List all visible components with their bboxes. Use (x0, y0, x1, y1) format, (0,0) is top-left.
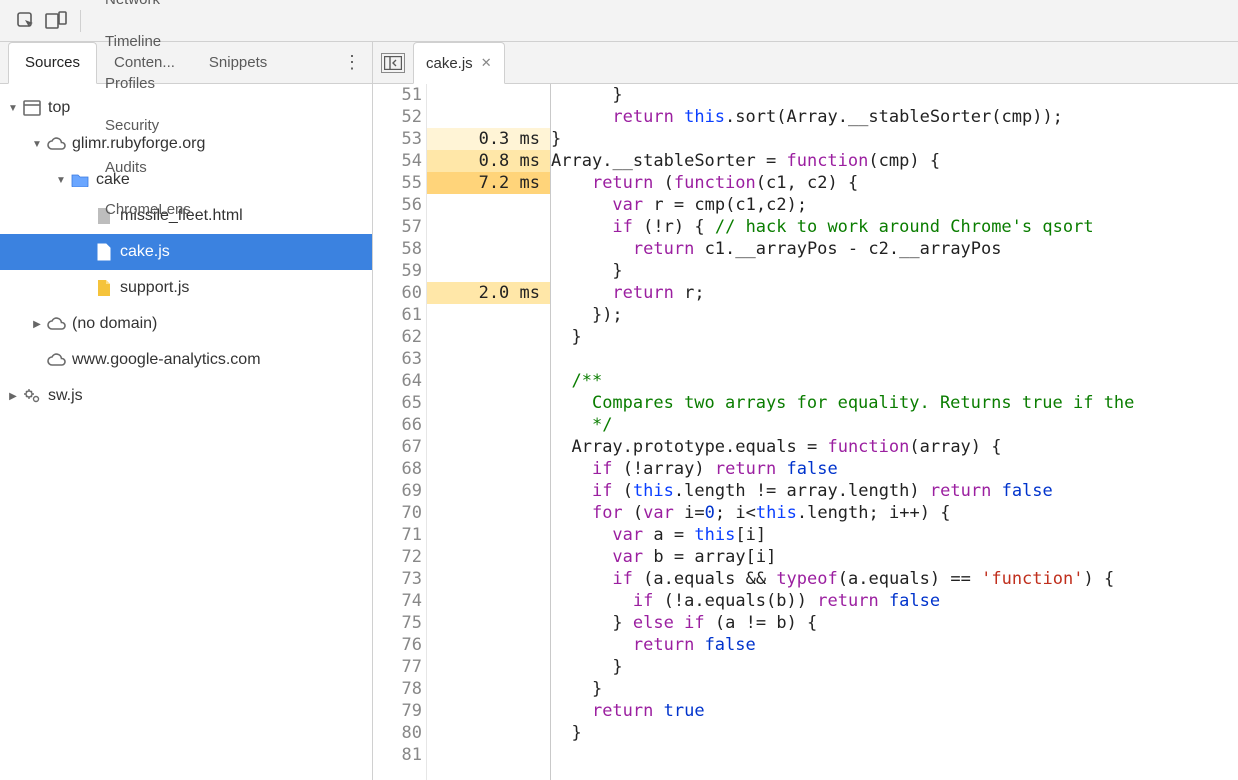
tree-item-label: (no domain) (72, 315, 157, 333)
code-line[interactable]: return c1.__arrayPos - c2.__arrayPos (551, 238, 1238, 260)
devtools-tab-audits[interactable]: Audits (91, 147, 205, 189)
editor-pane: cake.js ✕ 515253545556575859606162636465… (373, 42, 1238, 780)
devtools-top-tabbar: ElementsConsoleSourcesApplicationNetwork… (0, 0, 1238, 42)
code-line[interactable]: if (a.equals && typeof(a.equals) == 'fun… (551, 568, 1238, 590)
close-tab-icon[interactable]: ✕ (481, 55, 492, 71)
toggle-navigator-icon[interactable] (381, 53, 405, 73)
code-line[interactable] (551, 744, 1238, 766)
tree-item[interactable]: ▶ sw.js (0, 378, 372, 414)
timing-annotation: 2.0 ms (427, 282, 550, 304)
cloud-icon (46, 314, 66, 334)
code-line[interactable]: return false (551, 634, 1238, 656)
folder-icon (70, 170, 90, 190)
tree-item[interactable]: ▶ (no domain) (0, 306, 372, 342)
code-line[interactable]: } (551, 84, 1238, 106)
tree-item[interactable]: www.google-analytics.com (0, 342, 372, 378)
code-line[interactable]: return true (551, 700, 1238, 722)
tree-item-label: cake.js (120, 243, 170, 261)
code-line[interactable]: if (!a.equals(b)) return false (551, 590, 1238, 612)
timing-annotation: 0.8 ms (427, 150, 550, 172)
more-options-icon[interactable]: ⋮ (343, 52, 362, 73)
inspect-icon[interactable] (12, 7, 40, 35)
code-line[interactable]: */ (551, 414, 1238, 436)
expand-open-icon[interactable]: ▼ (6, 103, 20, 114)
expand-open-icon[interactable]: ▼ (30, 139, 44, 150)
code-line[interactable]: if (this.length != array.length) return … (551, 480, 1238, 502)
code-line[interactable]: if (!r) { // hack to work around Chrome'… (551, 216, 1238, 238)
code-line[interactable]: }); (551, 304, 1238, 326)
divider (80, 10, 81, 32)
tree-item[interactable]: cake.js (0, 234, 372, 270)
device-mode-icon[interactable] (42, 7, 70, 35)
code-line[interactable]: return this.sort(Array.__stableSorter(cm… (551, 106, 1238, 128)
expand-closed-icon[interactable]: ▶ (30, 319, 44, 330)
code-line[interactable]: if (!array) return false (551, 458, 1238, 480)
devtools-tab-profiles[interactable]: Profiles (91, 63, 205, 105)
expand-closed-icon[interactable]: ▶ (6, 391, 20, 402)
code-line[interactable]: Array.__stableSorter = function(cmp) { (551, 150, 1238, 172)
code-line[interactable]: return (function(c1, c2) { (551, 172, 1238, 194)
tree-item-label: sw.js (48, 387, 83, 405)
code-line[interactable]: } (551, 128, 1238, 150)
code-line[interactable]: } (551, 722, 1238, 744)
editor-tab[interactable]: cake.js ✕ (413, 42, 505, 84)
code-line[interactable]: } else if (a != b) { (551, 612, 1238, 634)
tree-item[interactable]: support.js (0, 270, 372, 306)
cloud-icon (46, 350, 66, 370)
code-line[interactable]: return r; (551, 282, 1238, 304)
devtools-tab-network[interactable]: Network (91, 0, 205, 21)
code-line[interactable]: } (551, 260, 1238, 282)
code-line[interactable]: } (551, 656, 1238, 678)
code-lines[interactable]: } return this.sort(Array.__stableSorter(… (551, 84, 1238, 780)
gears-icon (22, 386, 42, 406)
devtools-tab-timeline[interactable]: Timeline (91, 21, 205, 63)
tree-item-label: www.google-analytics.com (72, 351, 261, 369)
code-line[interactable]: Array.prototype.equals = function(array)… (551, 436, 1238, 458)
code-line[interactable]: Compares two arrays for equality. Return… (551, 392, 1238, 414)
editor-tab-label: cake.js (426, 55, 473, 72)
code-line[interactable]: /** (551, 370, 1238, 392)
tree-item-label: top (48, 99, 70, 117)
code-line[interactable] (551, 348, 1238, 370)
line-number-gutter: 5152535455565758596061626364656667686970… (373, 84, 427, 780)
devtools-tab-chromelens[interactable]: ChromeLens (91, 189, 205, 231)
expand-open-icon[interactable]: ▼ (54, 175, 68, 186)
file-yellow-icon (94, 278, 114, 298)
editor-tabbar: cake.js ✕ (373, 42, 1238, 84)
code-editor[interactable]: 5152535455565758596061626364656667686970… (373, 84, 1238, 780)
code-line[interactable]: var r = cmp(c1,c2); (551, 194, 1238, 216)
code-line[interactable]: } (551, 326, 1238, 348)
code-line[interactable]: for (var i=0; i<this.length; i++) { (551, 502, 1238, 524)
code-line[interactable]: var b = array[i] (551, 546, 1238, 568)
timing-gutter: 0.3 ms0.8 ms7.2 ms 2.0 ms (427, 84, 551, 780)
frame-icon (22, 98, 42, 118)
timing-annotation: 0.3 ms (427, 128, 550, 150)
timing-annotation: 7.2 ms (427, 172, 550, 194)
code-line[interactable]: } (551, 678, 1238, 700)
devtools-tab-security[interactable]: Security (91, 105, 205, 147)
file-white-icon (94, 242, 114, 262)
navigator-tab-snippets[interactable]: Snippets (192, 42, 284, 84)
code-line[interactable]: var a = this[i] (551, 524, 1238, 546)
tree-item-label: support.js (120, 279, 189, 297)
cloud-icon (46, 134, 66, 154)
navigator-tab-sources[interactable]: Sources (8, 42, 97, 84)
